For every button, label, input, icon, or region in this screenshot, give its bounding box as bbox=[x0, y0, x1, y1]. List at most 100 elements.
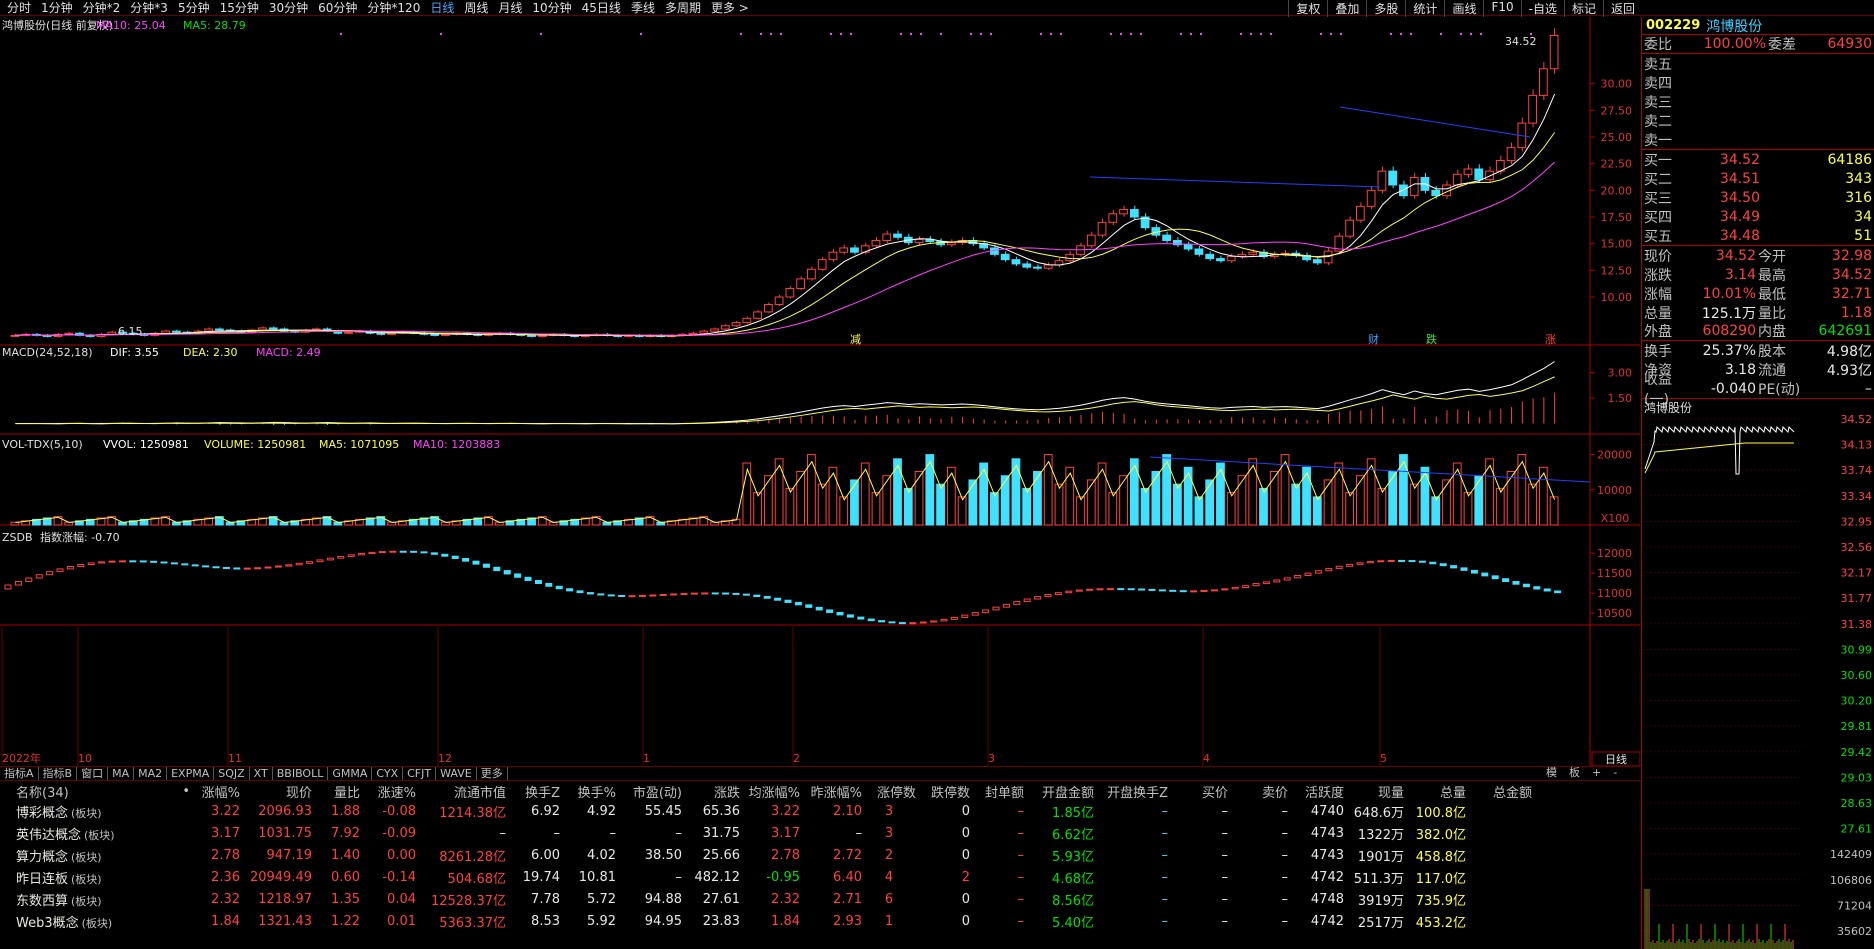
table-row[interactable]: 东数西算 (板块) 2.32 1218.97 1.35 0.04 12528.37亿 7.78… bbox=[0, 888, 1640, 910]
indicator-tab[interactable]: 更多 bbox=[477, 767, 508, 780]
column-header[interactable]: 换手% bbox=[560, 782, 616, 801]
period-tab[interactable]: 15分钟 bbox=[215, 0, 264, 16]
indicator-tab[interactable]: MA bbox=[108, 767, 135, 780]
indicator-tab[interactable]: GMMA bbox=[328, 767, 373, 780]
indicator-tab[interactable]: WAVE bbox=[436, 767, 477, 780]
index-candle bbox=[1522, 583, 1530, 588]
tool-button[interactable]: -自选 bbox=[1520, 0, 1564, 17]
table-row[interactable]: 英伟达概念 (板块) 3.17 1031.75 7.92 -0.09 – – – – 31.75 3.… bbox=[0, 822, 1640, 844]
column-header[interactable]: 开盘金额 bbox=[1024, 782, 1094, 801]
panel-button[interactable]: 模 bbox=[1540, 766, 1563, 779]
period-tab[interactable]: 分钟*2 bbox=[78, 0, 126, 16]
main-chart[interactable]: 鸿博股份(日线 前复权)MA10: 25.04 MA5: 28.79MACD(24… bbox=[0, 17, 1640, 766]
column-header[interactable]: • bbox=[160, 784, 190, 799]
candle bbox=[441, 333, 450, 336]
column-header[interactable]: 现价 bbox=[240, 782, 312, 801]
table-cell: 0 bbox=[961, 891, 970, 907]
ask-row: 卖四 bbox=[1642, 73, 1874, 92]
column-header[interactable]: 流通市值 bbox=[416, 782, 506, 801]
period-tab[interactable]: 季线 bbox=[626, 0, 660, 16]
column-header[interactable]: 涨停数 bbox=[862, 782, 916, 801]
column-header[interactable]: 涨幅% bbox=[190, 782, 240, 801]
period-tab[interactable]: 5分钟 bbox=[173, 0, 215, 16]
period-tab[interactable]: 分钟*3 bbox=[125, 0, 173, 16]
index-candle bbox=[670, 593, 678, 596]
period-tab[interactable]: 多周期 bbox=[660, 0, 706, 16]
candle bbox=[1043, 264, 1053, 269]
indicator-tab[interactable]: XT bbox=[250, 767, 273, 780]
table-row[interactable]: 博彩概念 (板块) 3.22 2096.93 1.88 -0.08 1214.38亿 6.92… bbox=[0, 800, 1640, 822]
index-candle bbox=[1304, 572, 1312, 577]
table-cell: – bbox=[675, 825, 683, 841]
period-tab[interactable]: 周线 bbox=[459, 0, 493, 16]
panel-button[interactable]: 板 bbox=[1563, 766, 1586, 779]
table-cell: – bbox=[609, 825, 617, 841]
column-header[interactable]: 市盈(动) bbox=[616, 782, 682, 801]
period-tab[interactable]: 10分钟 bbox=[527, 0, 576, 16]
column-header[interactable]: 均涨幅% bbox=[740, 782, 800, 801]
panel-button[interactable]: + bbox=[1586, 766, 1607, 779]
tool-button[interactable]: 多股 bbox=[1366, 0, 1405, 17]
column-header[interactable]: 买价 bbox=[1168, 782, 1228, 801]
indicator-tab[interactable]: 窗口 bbox=[77, 767, 109, 780]
volume-bar bbox=[1097, 462, 1107, 526]
period-tab[interactable]: 日线 bbox=[425, 0, 459, 16]
indicator-tab[interactable]: CFJT bbox=[403, 767, 437, 780]
dif-line bbox=[15, 361, 1555, 425]
tool-button[interactable]: 返回 bbox=[1602, 0, 1642, 17]
index-candle bbox=[1210, 589, 1218, 592]
column-header[interactable]: 昨涨幅% bbox=[800, 782, 862, 801]
table-cell: 19.74 bbox=[522, 869, 560, 885]
column-header[interactable]: 换手Z bbox=[506, 782, 560, 801]
period-tab[interactable]: 分钟*120 bbox=[362, 0, 425, 16]
period-tab[interactable]: 30分钟 bbox=[264, 0, 313, 16]
indicator-tab[interactable]: BBIBOLL bbox=[273, 767, 329, 780]
indicator-tab[interactable]: SQJZ bbox=[214, 767, 250, 780]
table-cell: 1.85亿 bbox=[1052, 805, 1094, 821]
column-header[interactable]: 封单额 bbox=[970, 782, 1024, 801]
tool-button[interactable]: F10 bbox=[1483, 0, 1520, 17]
period-tab[interactable]: 更多 > bbox=[706, 0, 754, 16]
column-header[interactable]: 卖价 bbox=[1228, 782, 1288, 801]
tool-button[interactable]: 叠加 bbox=[1327, 0, 1366, 17]
stock-header: 002229 鸿博股份 bbox=[1642, 17, 1874, 35]
indicator-tab[interactable]: 指标B bbox=[39, 767, 78, 780]
signal-dot bbox=[1470, 33, 1472, 35]
tool-button[interactable]: 复权 bbox=[1288, 0, 1327, 17]
column-header[interactable]: 现量 bbox=[1344, 782, 1404, 801]
indicator-tab[interactable]: 指标A bbox=[0, 767, 39, 780]
index-candle bbox=[202, 565, 210, 568]
index-candle bbox=[586, 592, 594, 595]
table-row[interactable]: 算力概念 (板块) 2.78 947.19 1.40 0.00 8261.28亿 6.00 4.… bbox=[0, 844, 1640, 866]
period-tab[interactable]: 45日线 bbox=[577, 0, 626, 16]
period-tab[interactable]: 60分钟 bbox=[313, 0, 362, 16]
column-header[interactable]: 涨跌 bbox=[682, 782, 740, 801]
table-cell: – bbox=[553, 825, 561, 841]
indicator-tab[interactable]: MA2 bbox=[134, 767, 168, 780]
column-header[interactable]: 总量 bbox=[1404, 782, 1466, 801]
column-header[interactable]: 开盘换手Z bbox=[1094, 782, 1168, 801]
period-tab[interactable]: 月线 bbox=[493, 0, 527, 16]
column-header[interactable]: 跌停数 bbox=[916, 782, 970, 801]
volume-bar bbox=[1054, 483, 1064, 526]
quote-row: 总量 125.1万 量比 1.18 bbox=[1642, 303, 1874, 322]
sector-title: Web3概念 bbox=[16, 915, 79, 931]
column-header[interactable]: 量比 bbox=[312, 782, 360, 801]
column-header[interactable]: 涨速% bbox=[360, 782, 416, 801]
period-tab[interactable]: 分时 bbox=[2, 0, 36, 16]
table-row[interactable]: 昨日连板 (板块) 2.36 20949.49 0.60 -0.14 504.68亿 19.7… bbox=[0, 866, 1640, 888]
panel-button[interactable]: - bbox=[1607, 766, 1623, 779]
indicator-tab[interactable]: CYX bbox=[372, 767, 404, 780]
column-header[interactable]: 名称(34) bbox=[0, 782, 160, 801]
index-candle bbox=[378, 551, 386, 554]
table-row[interactable]: Web3概念 (板块) 1.84 1321.43 1.22 0.01 5363.37亿 8.5… bbox=[0, 910, 1640, 932]
period-tab[interactable]: 1分钟 bbox=[36, 0, 78, 16]
column-header[interactable]: 活跃度 bbox=[1288, 782, 1344, 801]
column-header[interactable]: 总金额 bbox=[1466, 782, 1532, 801]
tool-button[interactable]: 画线 bbox=[1444, 0, 1483, 17]
table-cell: – bbox=[1281, 803, 1289, 819]
tool-button[interactable]: 标记 bbox=[1563, 0, 1603, 17]
table-cell: 4 bbox=[884, 869, 894, 885]
tool-button[interactable]: 统计 bbox=[1405, 0, 1444, 17]
indicator-tab[interactable]: EXPMA bbox=[167, 767, 215, 780]
